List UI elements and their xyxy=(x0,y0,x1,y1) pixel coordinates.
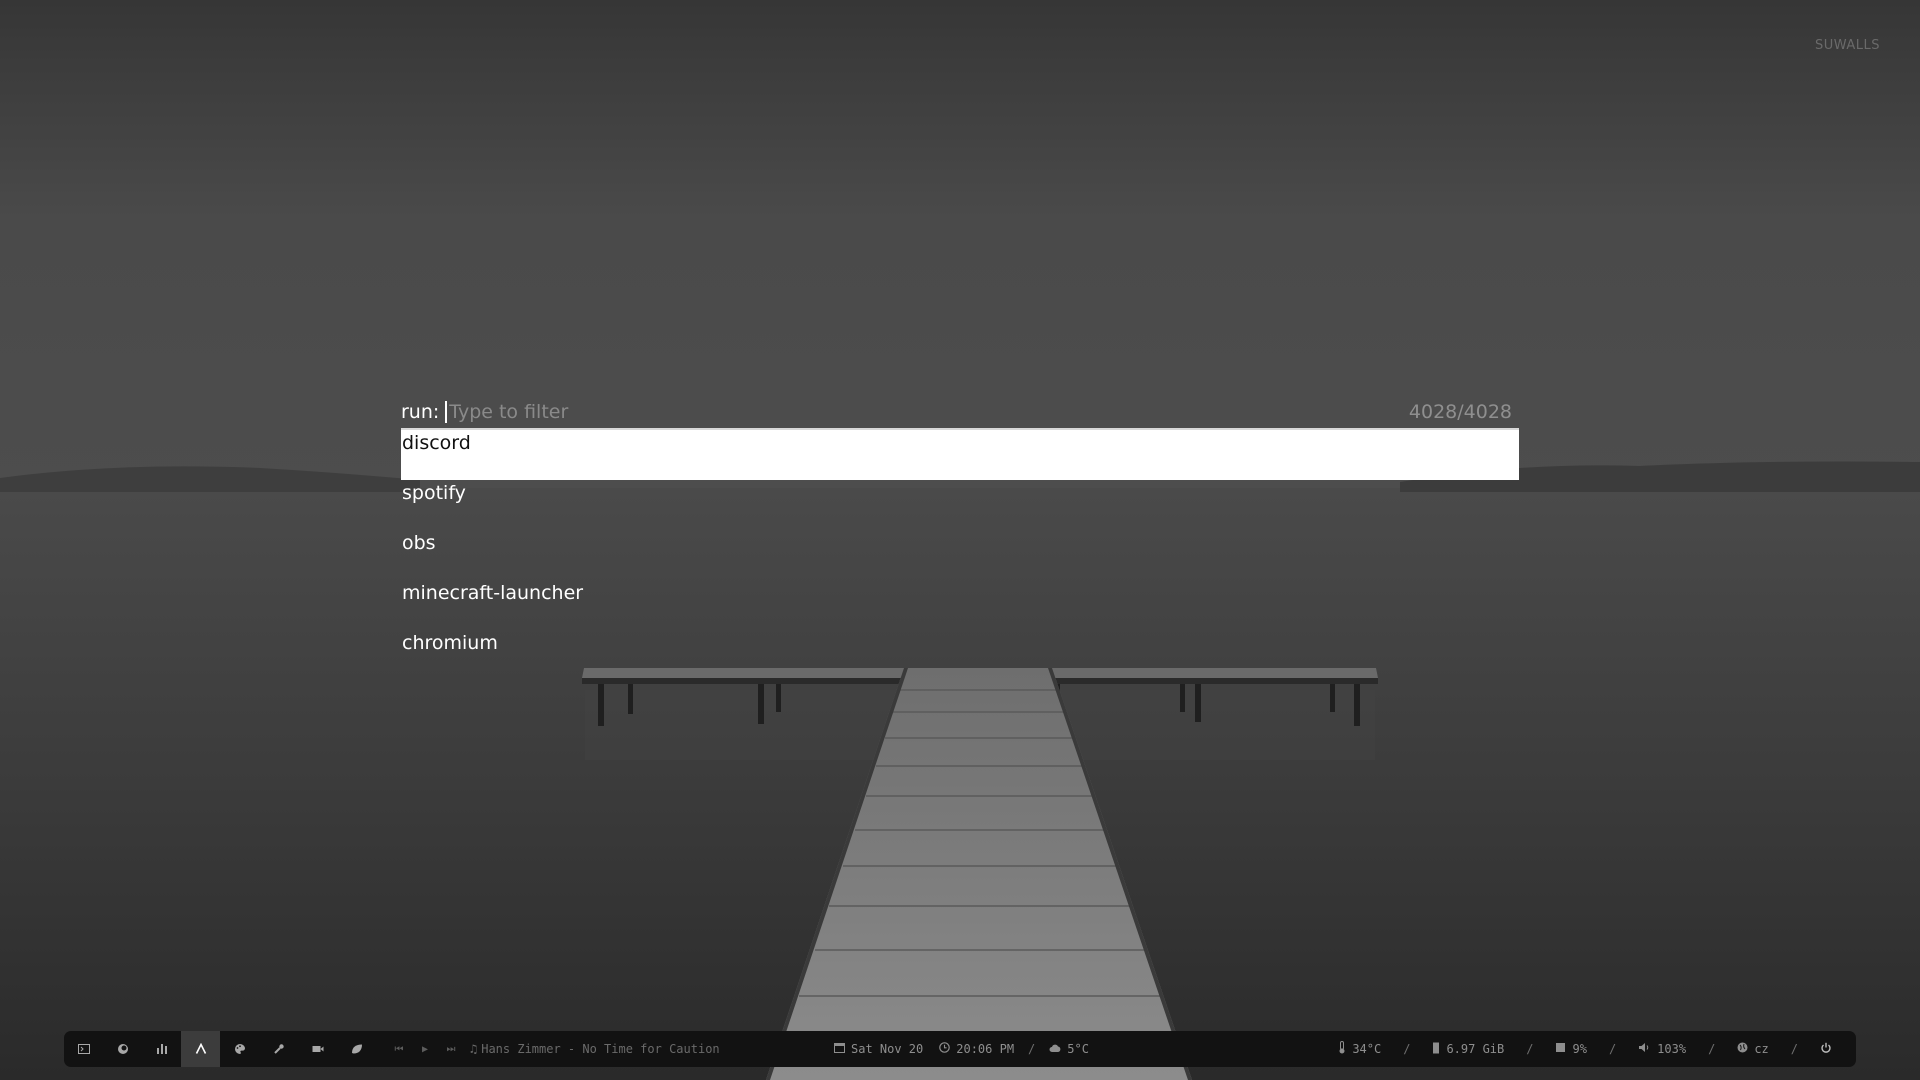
cpu-usage-widget: 9% xyxy=(1555,1042,1587,1056)
video-camera-icon[interactable] xyxy=(298,1031,337,1067)
separator: / xyxy=(1403,1042,1411,1056)
wallpaper-watermark: SUWALLS xyxy=(1814,38,1880,53)
launcher-icon[interactable] xyxy=(181,1031,220,1067)
separator: / xyxy=(1608,1042,1617,1056)
volume-icon xyxy=(1638,1042,1651,1056)
play-icon[interactable]: ▶ xyxy=(412,1044,438,1055)
result-item[interactable]: discord xyxy=(401,430,1519,480)
now-playing[interactable]: ♫ Hans Zimmer - No Time for Caution xyxy=(470,1042,720,1056)
clock-icon xyxy=(939,1042,951,1056)
cpu-icon xyxy=(1555,1042,1566,1056)
memory-icon xyxy=(1432,1042,1440,1057)
firefox-icon[interactable] xyxy=(103,1031,142,1067)
monitor-bars-icon[interactable] xyxy=(142,1031,181,1067)
filter-input[interactable] xyxy=(447,401,1409,423)
wrench-icon[interactable] xyxy=(259,1031,298,1067)
cpu-usage-label: 9% xyxy=(1572,1042,1587,1056)
media-controls: ⏮ ▶ ⏭ ♫ Hans Zimmer - No Time for Caution xyxy=(386,1042,720,1056)
weather-label: 5°C xyxy=(1067,1042,1089,1056)
music-note-icon: ♫ xyxy=(470,1042,478,1056)
taskbar-left: ⏮ ▶ ⏭ ♫ Hans Zimmer - No Time for Caution xyxy=(64,1031,720,1067)
volume-label: 103% xyxy=(1657,1042,1687,1056)
cpu-temperature-widget: 34°C xyxy=(1338,1041,1381,1057)
keyboard-layout-label: cz xyxy=(1754,1042,1769,1056)
memory-label: 6.97 GiB xyxy=(1446,1042,1505,1056)
result-list: discord spotify obs minecraft-launcher c… xyxy=(401,430,1519,680)
time-label: 20:06 PM xyxy=(956,1042,1015,1056)
taskbar-right: 34°C / 6.97 GiB / 9% / 103% / cz / xyxy=(1338,1031,1832,1067)
separator: / xyxy=(1708,1042,1716,1056)
clock-widget[interactable]: 20:06 PM xyxy=(939,1042,1014,1056)
palette-icon[interactable] xyxy=(220,1031,259,1067)
cpu-temperature-label: 34°C xyxy=(1352,1042,1382,1056)
terminal-icon[interactable] xyxy=(64,1031,103,1067)
leaf-icon[interactable] xyxy=(337,1031,376,1067)
cloud-icon xyxy=(1049,1043,1061,1056)
app-launcher: run: 4028/4028 discord spotify obs minec… xyxy=(401,398,1519,680)
date-widget[interactable]: Sat Nov 20 xyxy=(834,1042,923,1056)
skip-next-icon[interactable]: ⏭ xyxy=(438,1044,464,1055)
power-icon xyxy=(1820,1042,1832,1057)
volume-widget[interactable]: 103% xyxy=(1638,1042,1686,1056)
calendar-icon xyxy=(834,1042,845,1056)
taskbar-center: Sat Nov 20 20:06 PM / 5°C xyxy=(834,1031,1089,1067)
globe-icon xyxy=(1737,1042,1748,1056)
keyboard-layout-widget[interactable]: cz xyxy=(1737,1042,1769,1056)
skip-previous-icon[interactable]: ⏮ xyxy=(386,1044,412,1055)
separator: / xyxy=(1028,1042,1036,1056)
match-count: 4028/4028 xyxy=(1408,401,1512,423)
weather-widget[interactable]: 5°C xyxy=(1049,1042,1089,1056)
result-item[interactable]: chromium xyxy=(401,630,1519,680)
result-item[interactable]: spotify xyxy=(401,480,1519,530)
thermometer-icon xyxy=(1338,1041,1346,1057)
result-item[interactable]: minecraft-launcher xyxy=(401,580,1519,630)
date-label: Sat Nov 20 xyxy=(851,1042,924,1056)
separator: / xyxy=(1790,1042,1798,1056)
result-item[interactable]: obs xyxy=(401,530,1519,580)
launcher-prompt: run: xyxy=(401,401,440,423)
launcher-input-bar: run: 4028/4028 xyxy=(401,398,1519,430)
separator: / xyxy=(1526,1042,1534,1056)
power-button[interactable] xyxy=(1820,1042,1832,1057)
memory-widget: 6.97 GiB xyxy=(1432,1042,1504,1057)
now-playing-label: Hans Zimmer - No Time for Caution xyxy=(481,1042,720,1056)
taskbar: ⏮ ▶ ⏭ ♫ Hans Zimmer - No Time for Caution… xyxy=(64,1031,1856,1067)
